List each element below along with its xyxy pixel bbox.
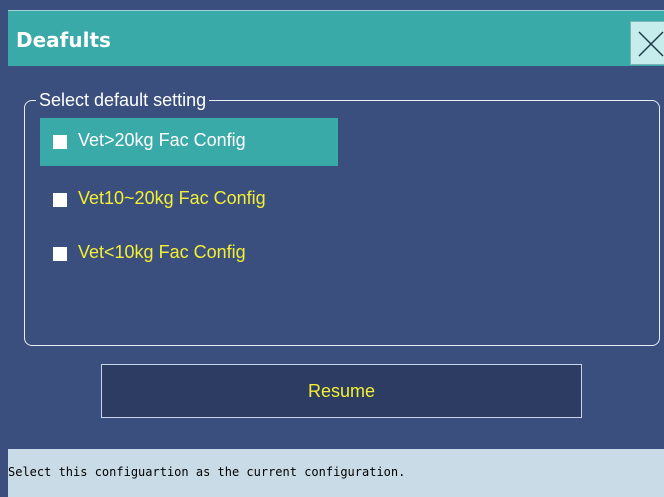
close-button[interactable] — [630, 21, 664, 65]
close-x-icon — [638, 31, 664, 57]
option-vet-10-20kg[interactable]: Vet10~20kg Fac Config — [40, 176, 338, 224]
option-vet-over-20kg[interactable]: Vet>20kg Fac Config — [40, 118, 338, 166]
option-vet-under-10kg[interactable]: Vet<10kg Fac Config — [40, 230, 338, 278]
resume-button[interactable]: Resume — [101, 364, 582, 418]
option-checkbox[interactable] — [53, 135, 67, 149]
status-text: Select this configuartion as the current… — [8, 465, 406, 479]
option-label: Vet<10kg Fac Config — [78, 242, 246, 262]
option-checkbox[interactable] — [53, 193, 67, 207]
option-checkbox[interactable] — [53, 247, 67, 261]
title-bar: Deafults — [8, 10, 664, 67]
option-label: Vet10~20kg Fac Config — [78, 188, 266, 208]
window-title: Deafults — [16, 28, 111, 52]
group-legend: Select default setting — [36, 90, 210, 111]
option-label: Vet>20kg Fac Config — [78, 130, 246, 150]
status-bar: Select this configuartion as the current… — [8, 449, 664, 497]
